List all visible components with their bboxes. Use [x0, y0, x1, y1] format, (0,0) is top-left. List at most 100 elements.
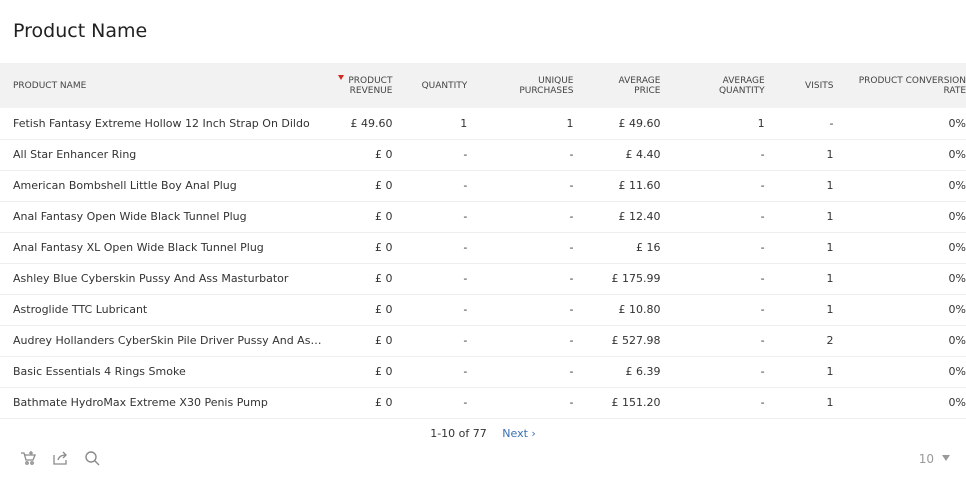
col-header-label-line2: REVENUE — [349, 86, 393, 96]
table-row[interactable]: Astroglide TTC Lubricant £ 0 - - £ 10.80 - 1 0% — [0, 294, 966, 325]
sort-desc-icon — [338, 75, 345, 80]
col-header-product-name[interactable]: PRODUCT NAME — [0, 63, 322, 108]
visits-cell: 1 — [826, 241, 834, 254]
col-header-unique-purchases[interactable]: UNIQUE PURCHASES — [467, 63, 573, 108]
product-revenue-cell: £ 0 — [374, 334, 393, 347]
unique-purchases-cell: - — [569, 334, 574, 347]
average-price-cell: £ 11.60 — [618, 179, 661, 192]
table-header-row: PRODUCT NAME PRODUCT REVENUE QUANTITY UN… — [0, 63, 966, 108]
average-price-cell: £ 527.98 — [611, 334, 661, 347]
col-header-label-line1: UNIQUE — [538, 75, 574, 86]
product-name-cell: Anal Fantasy XL Open Wide Black Tunnel P… — [13, 241, 264, 254]
product-name-cell: Fetish Fantasy Extreme Hollow 12 Inch St… — [13, 116, 310, 130]
average-price-cell: £ 6.39 — [625, 365, 661, 378]
table-row[interactable]: Basic Essentials 4 Rings Smoke £ 0 - - £ 6.3… — [0, 356, 966, 387]
product-revenue-cell: £ 0 — [374, 396, 393, 409]
table-row[interactable]: Bathmate HydroMax Extreme X30 Penis Pump… — [0, 387, 966, 418]
col-header-visits[interactable]: VISITS — [765, 63, 834, 108]
average-quantity-cell: - — [760, 272, 765, 285]
product-name-cell: American Bombshell Little Boy Anal Plug — [13, 179, 237, 192]
unique-purchases-cell: - — [569, 179, 574, 192]
conversion-rate-cell: 0% — [948, 210, 966, 223]
pagination: 1-10 of 77 Next › — [0, 427, 966, 440]
visits-cell: 2 — [826, 334, 834, 347]
conversion-rate-cell: 0% — [948, 179, 966, 192]
table-row[interactable]: All Star Enhancer Ring £ 0 - - £ 4.40 - 1 0% — [0, 139, 966, 170]
quantity-cell: - — [463, 396, 468, 409]
next-page-link[interactable]: Next › — [502, 427, 536, 440]
export-icon[interactable] — [52, 450, 70, 466]
visits-cell: 1 — [826, 148, 834, 161]
product-name-cell: Basic Essentials 4 Rings Smoke — [13, 365, 186, 378]
col-header-label-line2: RATE — [943, 85, 966, 96]
unique-purchases-cell: - — [569, 241, 574, 254]
product-name-cell: Astroglide TTC Lubricant — [13, 303, 148, 316]
quantity-cell: 1 — [460, 116, 468, 130]
add-to-dashboard-icon[interactable] — [20, 450, 38, 466]
conversion-rate-cell: 0% — [948, 272, 966, 285]
average-price-cell: £ 151.20 — [611, 396, 661, 409]
col-header-label-line2: PURCHASES — [519, 85, 574, 96]
col-header-label: VISITS — [805, 80, 834, 91]
table-row[interactable]: Fetish Fantasy Extreme Hollow 12 Inch St… — [0, 108, 966, 139]
row-limit-value: 10 — [918, 452, 934, 466]
product-revenue-cell: £ 0 — [374, 365, 393, 378]
col-header-label-line1: AVERAGE — [618, 75, 661, 86]
conversion-rate-cell: 0% — [948, 365, 966, 378]
col-header-label-line1: PRODUCT — [348, 76, 393, 86]
visits-cell: 1 — [826, 396, 834, 409]
quantity-cell: - — [463, 272, 468, 285]
product-revenue-cell: £ 0 — [374, 210, 393, 223]
average-price-cell: £ 4.40 — [625, 148, 661, 161]
average-quantity-cell: - — [760, 179, 765, 192]
unique-purchases-cell: - — [569, 303, 574, 316]
average-price-cell: £ 12.40 — [618, 210, 661, 223]
col-header-label-line1: AVERAGE — [722, 75, 765, 86]
average-quantity-cell: - — [760, 334, 765, 347]
page-title: Product Name — [13, 20, 148, 42]
product-name-cell: Ashley Blue Cyberskin Pussy And Ass Mast… — [13, 272, 289, 285]
col-header-label-line1: PRODUCT CONVERSION — [858, 75, 966, 86]
col-header-product-revenue[interactable]: PRODUCT REVENUE — [322, 63, 393, 108]
unique-purchases-cell: 1 — [566, 116, 574, 130]
col-header-average-quantity[interactable]: AVERAGE QUANTITY — [660, 63, 765, 108]
quantity-cell: - — [463, 334, 468, 347]
col-header-label-line2: QUANTITY — [718, 85, 765, 96]
average-price-cell: £ 16 — [635, 241, 661, 254]
average-quantity-cell: - — [760, 303, 765, 316]
product-name-cell: Anal Fantasy Open Wide Black Tunnel Plug — [13, 210, 247, 223]
quantity-cell: - — [463, 148, 468, 161]
search-icon[interactable] — [84, 450, 102, 466]
quantity-cell: - — [463, 241, 468, 254]
average-quantity-cell: - — [760, 210, 765, 223]
average-price-cell: £ 175.99 — [611, 272, 661, 285]
average-quantity-cell: - — [760, 241, 765, 254]
table-row[interactable]: Anal Fantasy XL Open Wide Black Tunnel P… — [0, 232, 966, 263]
average-quantity-cell: - — [760, 365, 765, 378]
visits-cell: 1 — [826, 365, 834, 378]
average-quantity-cell: - — [760, 148, 765, 161]
visits-cell: 1 — [826, 210, 834, 223]
product-revenue-cell: £ 0 — [374, 148, 393, 161]
unique-purchases-cell: - — [569, 396, 574, 409]
unique-purchases-cell: - — [569, 272, 574, 285]
quantity-cell: - — [463, 210, 468, 223]
row-limit-select[interactable]: 10 — [919, 452, 950, 466]
product-name-cell: All Star Enhancer Ring — [13, 148, 137, 161]
average-price-cell: £ 49.60 — [618, 116, 661, 130]
average-price-cell: £ 10.80 — [618, 303, 661, 316]
unique-purchases-cell: - — [569, 210, 574, 223]
average-quantity-cell: 1 — [757, 116, 765, 130]
table-row[interactable]: Anal Fantasy Open Wide Black Tunnel Plug… — [0, 201, 966, 232]
report-table: PRODUCT NAME PRODUCT REVENUE QUANTITY UN… — [0, 63, 966, 419]
table-row[interactable]: Ashley Blue Cyberskin Pussy And Ass Mast… — [0, 263, 966, 294]
col-header-quantity[interactable]: QUANTITY — [392, 63, 468, 108]
table-row[interactable]: American Bombshell Little Boy Anal Plug £… — [0, 170, 966, 201]
quantity-cell: - — [463, 179, 468, 192]
table-row[interactable]: Audrey Hollanders CyberSkin Pile Driver … — [0, 325, 966, 356]
conversion-rate-cell: 0% — [948, 241, 966, 254]
col-header-average-price[interactable]: AVERAGE PRICE — [574, 63, 661, 108]
product-name-cell: Audrey Hollanders CyberSkin Pile Driver … — [13, 334, 322, 347]
col-header-product-conversion-rate[interactable]: PRODUCT CONVERSION RATE — [833, 63, 966, 108]
col-header-label-line2: PRICE — [634, 85, 661, 96]
